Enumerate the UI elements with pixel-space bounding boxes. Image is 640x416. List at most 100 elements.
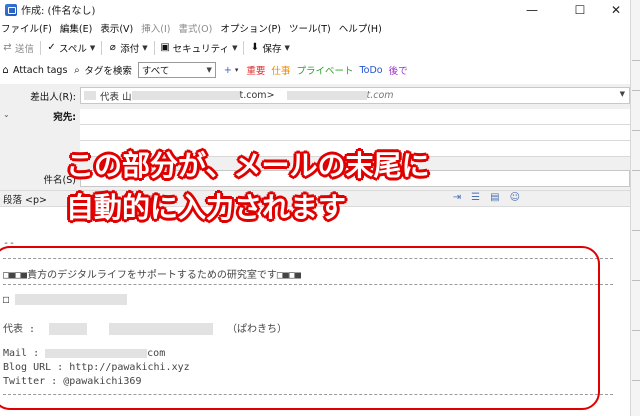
mail-suffix: com [147,348,166,359]
checkmark-icon: ✓ [47,42,56,53]
menu-view[interactable]: 表示(V) [100,21,133,35]
chevron-down-icon[interactable]: ▼ [142,44,147,52]
toolbar-divider [40,40,42,55]
save-label: 保存 [262,43,282,55]
edge-line [632,90,640,91]
rep-reading: （ぱわきち） [227,324,288,335]
magnifier-icon: ⌕ [74,64,80,76]
spell-label: スペル [59,43,87,55]
edge-line [632,60,640,61]
tag-important[interactable]: 重要 [246,63,265,77]
signature-mail: Mail : com [3,348,165,359]
tag-search-label: タグを検索 [84,66,132,77]
chevron-down-icon: ▾ [234,66,239,74]
emoji-icon[interactable]: ☺ [510,192,520,203]
paragraph-format-select[interactable]: 段落 <p> [3,192,47,206]
attach-label: 添付 [120,43,140,55]
recipient-row[interactable] [80,125,630,141]
menu-edit[interactable]: 編集(E) [60,21,92,35]
compose-app-icon [5,3,17,16]
chevron-down-icon[interactable]: ▼ [285,44,290,52]
redacted-text [15,294,128,305]
tag-toolbar: ⌂ Attach tags ⌕ タグを検索 すべて ▼ + ▾ 重要 仕事 プライ… [0,59,630,81]
from-select[interactable]: 代表 山 t.com> t.com ▼ [80,87,630,104]
tag-filter-select[interactable]: すべて ▼ [137,62,216,78]
lock-icon: ▣ [160,42,170,53]
close-button[interactable]: ✕ [602,0,630,19]
send-label: 送信 [15,43,35,55]
from-label: 差出人(R): [30,91,76,103]
title-bar: 作成: (件名なし) — ☐ ✕ [0,0,630,19]
toolbar-divider [243,40,245,55]
attach-tags-label: Attach tags [13,64,68,76]
attach-button[interactable]: ⌀ 添付 ▼ [107,41,148,55]
edge-line [632,230,640,231]
redacted-text [109,323,214,335]
to-row: 宛先: [0,109,630,123]
tag-search-button[interactable]: ⌕ タグを検索 [71,63,132,78]
attach-tags-button[interactable]: ⌂ Attach tags [0,65,67,76]
mail-label: Mail : [3,348,46,359]
menu-file[interactable]: ファイル(F) [1,21,52,35]
minimize-button[interactable]: — [518,0,546,19]
edge-line [632,380,640,381]
menu-options[interactable]: オプション(P) [220,21,281,35]
signature-tagline: □■□■貴方のデジタルライフをサポートするための研究室です□■□■ [3,270,301,281]
compose-toolbar: ⇄ 送信 ✓ スペル ▼ ⌀ 添付 ▼ ▣ セキュリティ ▼ ⬇ 保存 ▼ [0,37,630,58]
adjacent-window-edge [630,0,640,416]
plus-icon: + [223,64,232,76]
menu-insert[interactable]: 挿入(I) [141,21,170,35]
menu-help[interactable]: ヘルプ(H) [339,21,382,35]
tag-filter-value: すべて [141,66,170,77]
menu-bar: ファイル(F) 編集(E) 表示(V) 挿入(I) 書式(O) オプション(P)… [0,19,630,37]
signature-blog: Blog URL : http://pawakichi.xyz [3,362,190,373]
edge-line [632,130,640,131]
chevron-down-icon[interactable]: ▼ [90,44,95,52]
signature-twitter: Twitter : @pawakichi369 [3,376,142,387]
edge-line [632,330,640,331]
security-button[interactable]: ▣ セキュリティ ▼ [160,41,237,55]
tag-work[interactable]: 仕事 [271,63,290,77]
from-identity-end: t.com [366,90,394,101]
chevron-down-icon[interactable]: ▼ [232,44,237,52]
align-icon[interactable]: ▤ [490,192,499,203]
from-name: 代表 山 [100,91,132,103]
list-icon[interactable]: ☰ [471,192,480,203]
edge-line [632,170,640,171]
send-icon: ⇄ [3,42,12,53]
dashed-rule [3,394,613,395]
annotation-line-1: この部分が、メールの末尾に [66,149,430,182]
tag-later[interactable]: 後で [389,63,408,77]
save-button[interactable]: ⬇ 保存 ▼ [249,41,290,55]
add-tag-button[interactable]: + ▾ [224,65,238,76]
signature-separator: -- [3,238,16,249]
signature-representative: 代表 : （ぱわきち） [3,320,287,335]
menu-tools[interactable]: ツール(T) [289,21,331,35]
redacted-text [286,91,367,100]
toolbar-divider [153,40,155,55]
menu-format[interactable]: 書式(O) [178,21,212,35]
from-address-end: t.com> [239,90,275,101]
dashed-rule [3,284,613,285]
to-label: 宛先: [53,112,76,123]
lab-prefix: □ [3,294,10,306]
compose-window: 作成: (件名なし) — ☐ ✕ ファイル(F) 編集(E) 表示(V) 挿入(… [0,0,630,416]
redacted-text [131,91,240,100]
chevron-down-icon: ▼ [619,90,625,98]
tag-todo[interactable]: ToDo [359,65,382,76]
maximize-button[interactable]: ☐ [566,0,594,19]
redacted-text [45,348,148,358]
edge-line [632,280,640,281]
window-title: 作成: (件名なし) [21,6,96,17]
tag-icon: ⌂ [2,64,9,76]
message-body[interactable]: -- □■□■貴方のデジタルライフをサポートするための研究室です□■□■ □ 代… [0,208,630,416]
toolbar-divider [101,40,103,55]
redacted-text [84,91,96,100]
format-tools: ⇥ ☰ ▤ ☺ [453,192,520,203]
download-arrow-icon: ⬇ [250,42,260,53]
spell-button[interactable]: ✓ スペル ▼ [46,41,95,55]
tag-private[interactable]: プライベート [296,63,353,77]
signature-lab-name: □ [3,294,128,306]
indent-icon[interactable]: ⇥ [453,192,461,203]
send-button[interactable]: ⇄ 送信 [2,41,34,55]
